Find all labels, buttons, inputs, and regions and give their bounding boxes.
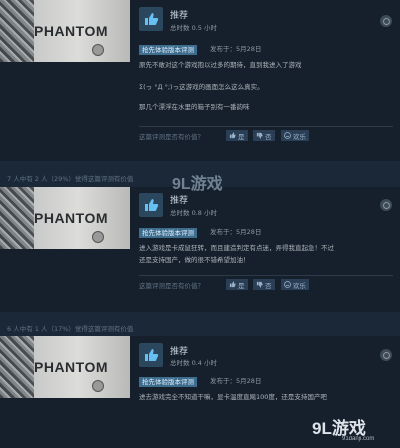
- emblem-icon: [92, 44, 104, 56]
- helpful-count: 7 人中有 2 人（29%）觉得这篇评测有价值: [7, 175, 134, 183]
- early-access-badge: 抢先体验版本评测: [139, 45, 197, 55]
- robot-artwork: [0, 336, 34, 398]
- helpful-question: 这篇评测是否有价值？: [139, 133, 204, 141]
- recommendation-label: 推荐: [170, 11, 189, 21]
- thumbs-down-icon: [256, 281, 263, 288]
- posted-date: 发布于：5月28日: [210, 377, 262, 385]
- review-text-line: 进入游戏是卡成鼠狂转，而且建造判定有点迷，弄得我直起急！不过: [139, 244, 334, 252]
- game-logo: PHANTOM: [34, 23, 109, 39]
- review-card-2: PHANTOM 推荐 总时数 0.8 小时 抢先体验版本评测 发布于：5月28日…: [0, 187, 400, 312]
- watermark-url: 91danji.com: [342, 436, 375, 442]
- game-logo: PHANTOM: [34, 210, 109, 226]
- vote-yes-label: 是: [238, 132, 245, 141]
- recommendation-label: 推荐: [170, 347, 189, 357]
- vote-funny-button[interactable]: 欢乐: [281, 279, 309, 290]
- vote-funny-label: 欢乐: [293, 281, 306, 290]
- posted-date: 发布于：5月28日: [210, 45, 262, 53]
- emblem-icon: [92, 231, 104, 243]
- hours-played: 总时数 0.4 小时: [170, 359, 217, 367]
- divider: [139, 275, 393, 276]
- thumbs-up-icon: [139, 7, 163, 31]
- vote-no-button[interactable]: 否: [253, 130, 275, 141]
- thumbs-up-icon: [139, 193, 163, 217]
- robot-artwork: [0, 187, 34, 249]
- early-access-badge: 抢先体验版本评测: [139, 377, 197, 387]
- vote-no-button[interactable]: 否: [253, 279, 275, 290]
- vote-funny-button[interactable]: 欢乐: [281, 130, 309, 141]
- review-text-line: 原先不敢对这个游戏抱以过多的期待，直到我进入了游戏: [139, 61, 302, 69]
- game-thumbnail[interactable]: PHANTOM: [0, 0, 130, 62]
- vote-no-label: 否: [265, 281, 272, 290]
- helpful-count: 6 人中有 1 人（17%）觉得这篇评测有价值: [7, 325, 134, 333]
- hours-played: 总时数 0.8 小时: [170, 209, 217, 217]
- hours-played: 总时数 0.5 小时: [170, 24, 217, 32]
- smiley-icon: [284, 281, 291, 288]
- emblem-icon: [92, 380, 104, 392]
- steam-icon[interactable]: [380, 15, 392, 27]
- thumbs-down-icon: [256, 132, 263, 139]
- vote-no-label: 否: [265, 132, 272, 141]
- vote-yes-label: 是: [238, 281, 245, 290]
- steam-icon[interactable]: [380, 349, 392, 361]
- thumbs-up-icon: [229, 132, 236, 139]
- watermark-logo: 9L游戏: [172, 176, 223, 193]
- thumbs-up-icon: [139, 343, 163, 367]
- helpful-question: 这篇评测是否有价值？: [139, 282, 204, 290]
- steam-icon[interactable]: [380, 199, 392, 211]
- thumbs-up-icon: [229, 281, 236, 288]
- game-thumbnail[interactable]: PHANTOM: [0, 187, 130, 249]
- robot-artwork: [0, 0, 34, 62]
- vote-funny-label: 欢乐: [293, 132, 306, 141]
- review-text-line: Σ(っ °Д °;)っ这游戏的画面怎么这么真实。: [139, 83, 264, 91]
- game-logo: PHANTOM: [34, 359, 109, 375]
- review-text-line: 那几个漂浮在水里的箱子别有一番韵味: [139, 103, 250, 111]
- review-text-line: 还是支持国产，做的很不错希望加油！: [139, 256, 250, 264]
- vote-yes-button[interactable]: 是: [226, 130, 248, 141]
- early-access-badge: 抢先体验版本评测: [139, 228, 197, 238]
- review-text-line: 进去游戏完全不知道干嘛，显卡温度直飚100度，还是支持国产吧: [139, 393, 327, 401]
- review-card-1: PHANTOM 推荐 总时数 0.5 小时 抢先体验版本评测 发布于：5月28日…: [0, 0, 400, 161]
- recommendation-label: 推荐: [170, 196, 189, 206]
- smiley-icon: [284, 132, 291, 139]
- vote-yes-button[interactable]: 是: [226, 279, 248, 290]
- divider: [139, 126, 393, 127]
- game-thumbnail[interactable]: PHANTOM: [0, 336, 130, 398]
- posted-date: 发布于：5月28日: [210, 228, 262, 236]
